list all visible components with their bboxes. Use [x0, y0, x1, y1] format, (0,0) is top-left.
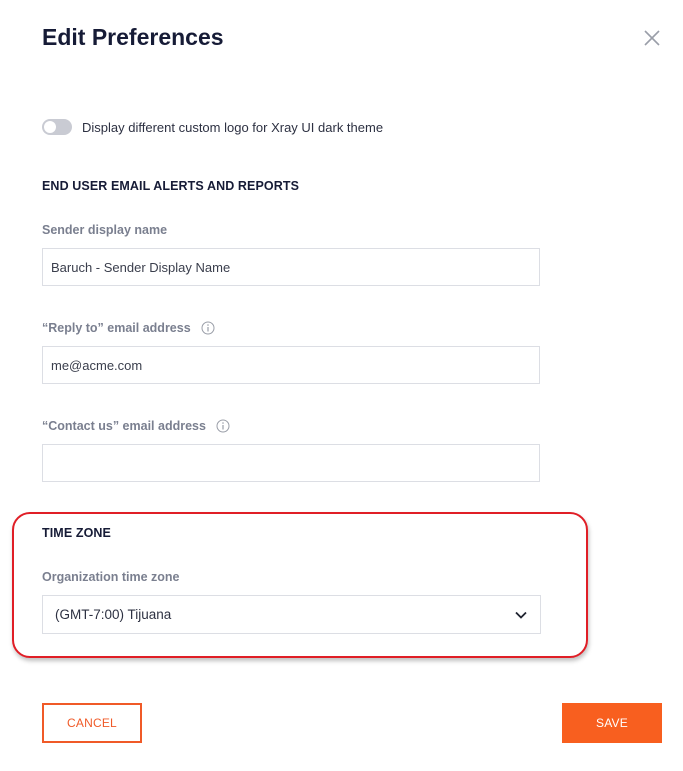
close-icon[interactable] — [640, 26, 664, 50]
reply-to-label-text: “Reply to” email address — [42, 321, 191, 335]
info-icon[interactable] — [216, 419, 230, 433]
reply-to-email-input[interactable] — [42, 346, 540, 384]
timezone-label-text: Organization time zone — [42, 570, 180, 584]
dark-logo-toggle-label: Display different custom logo for Xray U… — [82, 119, 384, 135]
dialog-title: Edit Preferences — [42, 24, 224, 50]
email-section-title: END USER EMAIL ALERTS AND REPORTS — [42, 179, 300, 193]
toggle-knob — [44, 121, 56, 133]
dark-logo-toggle-row: Display different custom logo for Xray U… — [42, 119, 383, 135]
sender-name-label: Sender display name — [42, 223, 167, 237]
chevron-down-icon — [515, 611, 527, 619]
contact-us-label-text: “Contact us” email address — [42, 419, 206, 433]
sender-name-label-text: Sender display name — [42, 223, 168, 237]
cancel-button[interactable]: CANCEL — [42, 703, 142, 743]
save-button[interactable]: SAVE — [562, 703, 662, 743]
close-icon-graphic — [644, 30, 660, 46]
timezone-label: Organization time zone — [42, 570, 180, 584]
timezone-section-title: TIME ZONE — [42, 526, 111, 540]
dark-logo-toggle[interactable] — [42, 119, 72, 135]
sender-name-input[interactable] — [42, 248, 540, 286]
info-icon[interactable] — [201, 321, 215, 335]
contact-us-label: “Contact us” email address — [42, 419, 230, 433]
reply-to-label: “Reply to” email address — [42, 321, 215, 335]
timezone-select[interactable]: (GMT-7:00) Tijuana — [42, 595, 541, 634]
timezone-select-value: (GMT-7:00) Tijuana — [55, 607, 172, 622]
contact-us-email-input[interactable] — [42, 444, 540, 482]
